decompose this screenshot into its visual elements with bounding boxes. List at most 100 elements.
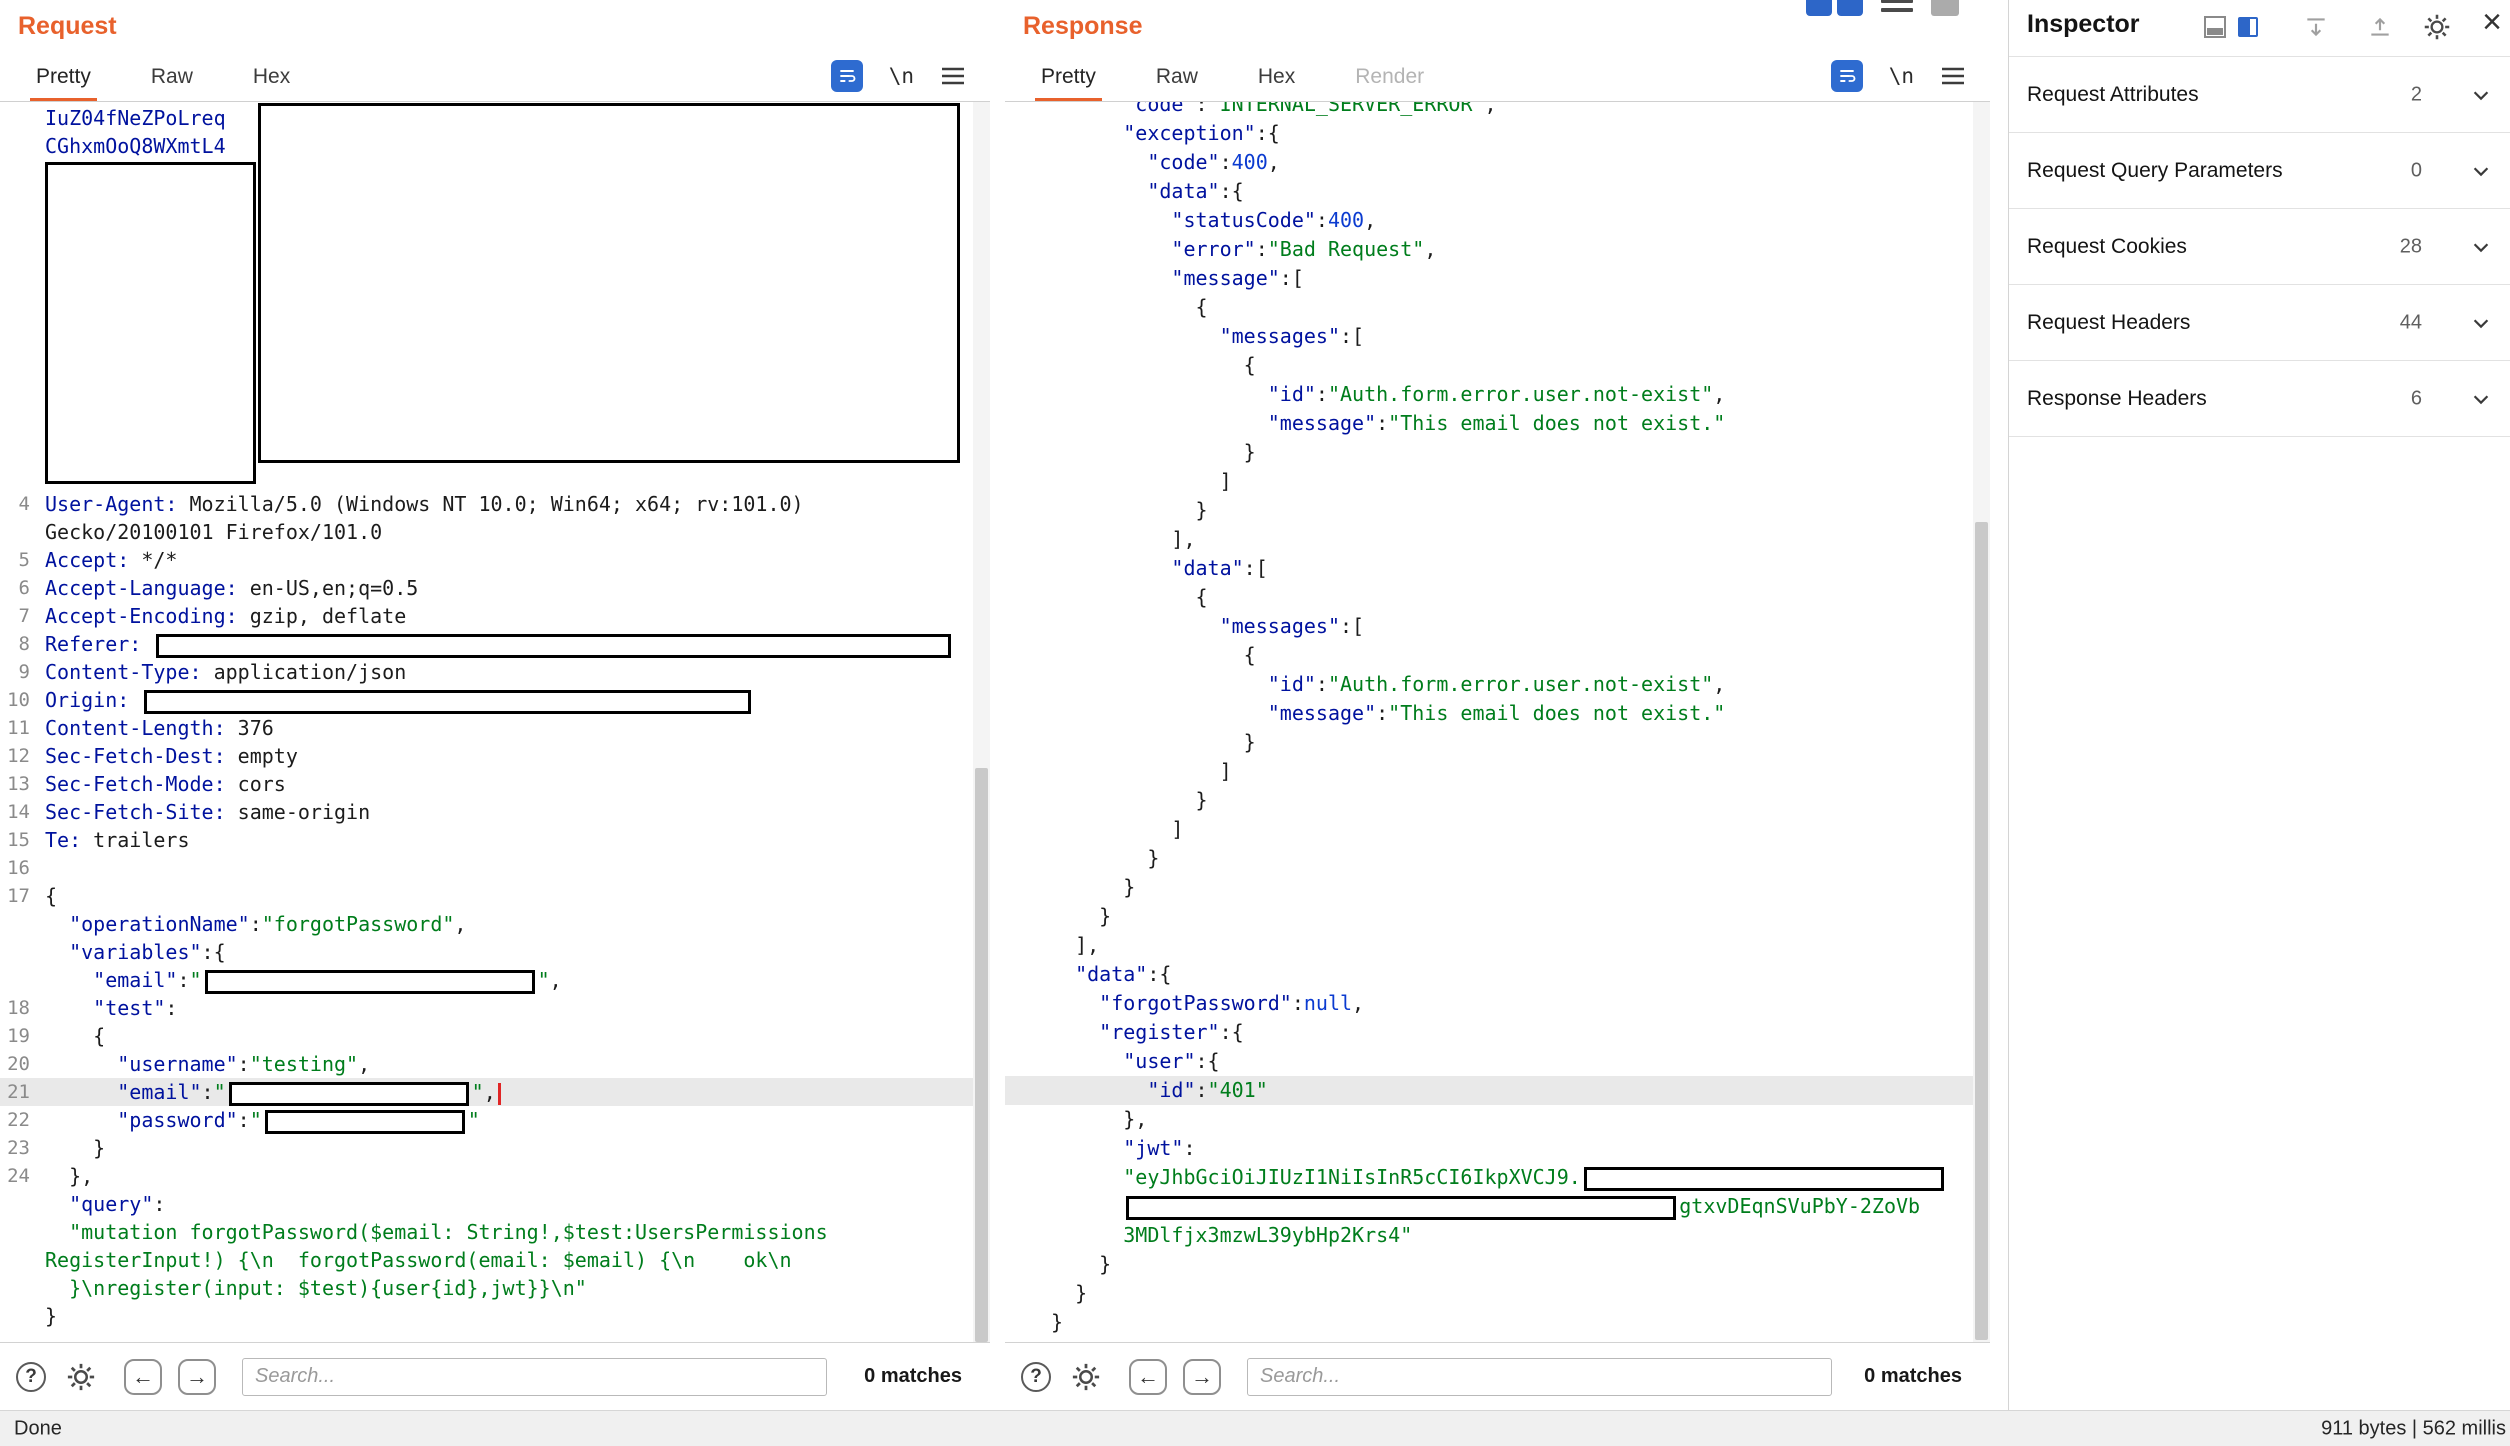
code-line[interactable]: }\nregister(input: $test){user{id},jwt}}… — [0, 1274, 973, 1302]
gear-icon[interactable] — [1071, 1362, 1101, 1392]
code-line[interactable]: "message":"This email does not exist." — [1005, 409, 1973, 438]
request-scrollbar[interactable] — [973, 102, 990, 1342]
code-line[interactable]: 3MDlfjx3mzwL39ybHp2Krs4" — [1005, 1221, 1973, 1250]
code-line[interactable]: "operationName":"forgotPassword", — [0, 910, 973, 938]
code-line[interactable]: { — [1005, 641, 1973, 670]
code-line[interactable]: ] — [1005, 467, 1973, 496]
code-line[interactable]: 19 { — [0, 1022, 973, 1050]
code-line[interactable]: "code":"INTERNAL_SERVER_ERROR", — [1005, 102, 1973, 119]
code-line[interactable]: { — [1005, 293, 1973, 322]
code-line[interactable]: 13Sec-Fetch-Mode: cors — [0, 770, 973, 798]
tab-hex[interactable]: Hex — [1252, 65, 1301, 101]
code-line[interactable]: } — [1005, 728, 1973, 757]
code-line[interactable]: "jwt": — [1005, 1134, 1973, 1163]
tab-raw[interactable]: Raw — [145, 65, 199, 101]
code-line[interactable]: 6Accept-Language: en-US,en;q=0.5 — [0, 574, 973, 602]
code-line[interactable]: "messages":[ — [1005, 322, 1973, 351]
gear-icon[interactable] — [2423, 13, 2451, 41]
code-line[interactable]: } — [1005, 438, 1973, 467]
menu-icon[interactable] — [1940, 65, 1966, 87]
dock-right-icon[interactable] — [2237, 16, 2259, 38]
scrollbar-thumb[interactable] — [1975, 522, 1988, 1340]
code-line[interactable]: "user":{ — [1005, 1047, 1973, 1076]
help-icon[interactable]: ? — [16, 1362, 46, 1392]
code-line[interactable]: 7Accept-Encoding: gzip, deflate — [0, 602, 973, 630]
inspector-section-response-headers[interactable]: Response Headers6 — [2009, 361, 2510, 437]
code-line[interactable]: "query": — [0, 1190, 973, 1218]
code-line[interactable]: 12Sec-Fetch-Dest: empty — [0, 742, 973, 770]
code-line[interactable]: "message":[ — [1005, 264, 1973, 293]
close-icon[interactable]: × — [2475, 2, 2509, 42]
tab-render[interactable]: Render — [1349, 65, 1430, 101]
code-line[interactable]: "messages":[ — [1005, 612, 1973, 641]
code-line[interactable]: "data":[ — [1005, 554, 1973, 583]
code-line[interactable]: 15Te: trailers — [0, 826, 973, 854]
code-line[interactable]: } — [1005, 1250, 1973, 1279]
code-line[interactable]: }, — [1005, 1105, 1973, 1134]
code-line[interactable]: } — [1005, 844, 1973, 873]
code-line[interactable]: "register":{ — [1005, 1018, 1973, 1047]
code-line[interactable]: "forgotPassword":null, — [1005, 989, 1973, 1018]
code-line[interactable]: 11Content-Length: 376 — [0, 714, 973, 742]
next-match-button[interactable]: → — [1183, 1359, 1221, 1395]
code-line[interactable]: "id":"Auth.form.error.user.not-exist", — [1005, 670, 1973, 699]
code-line[interactable]: } — [1005, 902, 1973, 931]
code-line[interactable]: "data":{ — [1005, 177, 1973, 206]
code-line[interactable]: } — [1005, 1279, 1973, 1308]
code-line[interactable]: 5Accept: */* — [0, 546, 973, 574]
code-line[interactable]: 9Content-Type: application/json — [0, 658, 973, 686]
code-line[interactable]: 14Sec-Fetch-Site: same-origin — [0, 798, 973, 826]
next-match-button[interactable]: → — [178, 1359, 216, 1395]
code-line[interactable]: } — [1005, 873, 1973, 902]
code-line[interactable]: 21 "email":"", — [0, 1078, 973, 1106]
request-editor[interactable]: IuZ04fNeZPoLreqCGhxmOoQ8WXmtL44User-Agen… — [0, 102, 990, 1342]
code-line[interactable]: 23 } — [0, 1134, 973, 1162]
code-line[interactable]: ] — [1005, 757, 1973, 786]
code-line[interactable]: "id":"401" — [1005, 1076, 1973, 1105]
inspector-section-request-query-parameters[interactable]: Request Query Parameters0 — [2009, 133, 2510, 209]
code-line[interactable]: "variables":{ — [0, 938, 973, 966]
code-line[interactable]: { — [1005, 583, 1973, 612]
prev-match-button[interactable]: ← — [1129, 1359, 1167, 1395]
code-line[interactable]: } — [0, 1302, 973, 1330]
inspector-section-request-headers[interactable]: Request Headers44 — [2009, 285, 2510, 361]
code-line[interactable]: 18 "test": — [0, 994, 973, 1022]
code-line[interactable]: ], — [1005, 525, 1973, 554]
code-line[interactable]: "statusCode":400, — [1005, 206, 1973, 235]
code-line[interactable]: { — [1005, 351, 1973, 380]
code-line[interactable]: } — [1005, 496, 1973, 525]
word-wrap-icon[interactable] — [1831, 60, 1863, 92]
code-line[interactable]: 4User-Agent: Mozilla/5.0 (Windows NT 10.… — [0, 490, 973, 518]
tabs-layout-icon[interactable] — [1931, 0, 1959, 16]
code-line[interactable]: "message":"This email does not exist." — [1005, 699, 1973, 728]
tab-raw[interactable]: Raw — [1150, 65, 1204, 101]
code-line[interactable]: "email":"", — [0, 966, 973, 994]
request-search-input[interactable] — [242, 1358, 827, 1396]
inspector-section-request-attributes[interactable]: Request Attributes2 — [2009, 57, 2510, 133]
word-wrap-icon[interactable] — [831, 60, 863, 92]
show-newlines-icon[interactable]: \n — [889, 64, 914, 88]
dock-bottom-icon[interactable] — [2204, 16, 2226, 38]
collapse-all-icon[interactable] — [2367, 14, 2393, 40]
rows-layout-icon[interactable] — [1881, 0, 1913, 16]
code-line[interactable]: "code":400, — [1005, 148, 1973, 177]
code-line[interactable]: 17{ — [0, 882, 973, 910]
inspector-section-request-cookies[interactable]: Request Cookies28 — [2009, 209, 2510, 285]
code-line[interactable]: ] — [1005, 815, 1973, 844]
code-line[interactable]: Gecko/20100101 Firefox/101.0 — [0, 518, 973, 546]
scrollbar-thumb[interactable] — [975, 768, 988, 1342]
show-newlines-icon[interactable]: \n — [1889, 64, 1914, 88]
code-line[interactable]: ], — [1005, 931, 1973, 960]
tab-pretty[interactable]: Pretty — [30, 65, 97, 101]
code-line[interactable]: gtxvDEqnSVuPbY-2ZoVb — [1005, 1192, 1973, 1221]
code-line[interactable]: "error":"Bad Request", — [1005, 235, 1973, 264]
help-icon[interactable]: ? — [1021, 1362, 1051, 1392]
code-line[interactable]: 10Origin: — [0, 686, 973, 714]
code-line[interactable]: 16 — [0, 854, 973, 882]
code-line[interactable]: } — [1005, 1308, 1973, 1337]
code-line[interactable]: RegisterInput!) {\n forgotPassword(email… — [0, 1246, 973, 1274]
gear-icon[interactable] — [66, 1362, 96, 1392]
code-line[interactable]: "data":{ — [1005, 960, 1973, 989]
code-line[interactable]: } — [1005, 786, 1973, 815]
response-scrollbar[interactable] — [1973, 102, 1990, 1342]
